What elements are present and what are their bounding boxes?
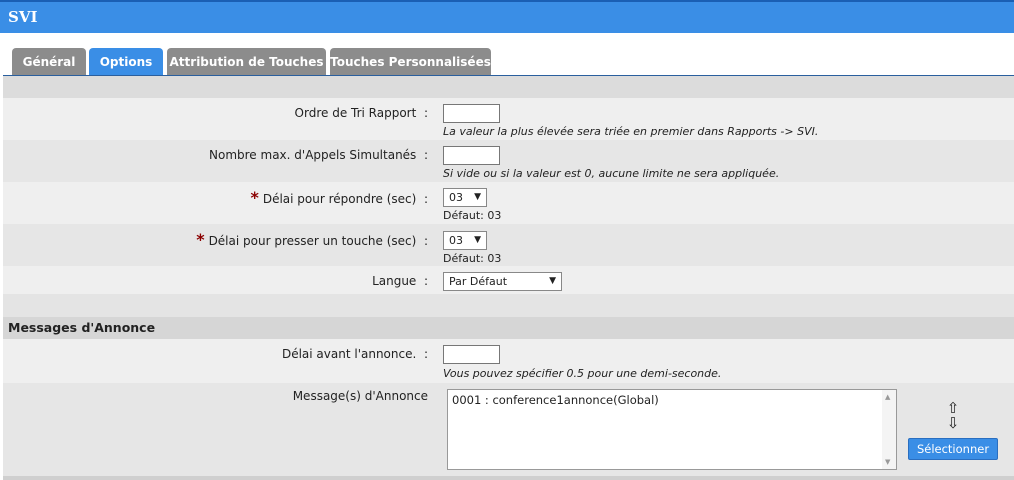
language-label-text: Langue — [372, 274, 417, 288]
row-answer-delay: * Délai pour répondre (sec) : 03 ▼ Défaut… — [3, 182, 1014, 224]
scroll-up-icon[interactable]: ▲ — [885, 393, 890, 401]
row-sort-order: Ordre de Tri Rapport : La valeur la plus… — [3, 98, 1014, 140]
language-label: Langue : — [372, 274, 428, 288]
announce-delay-label-text: Délai avant l'annonce. — [281, 347, 417, 361]
tab-key-assignment[interactable]: Attribution de Touches — [167, 48, 326, 76]
key-delay-default: Défaut: 03 — [443, 252, 502, 265]
announce-delay-hint: Vous pouvez spécifier 0.5 pour une demi-… — [443, 367, 722, 380]
required-asterisk-icon: * — [196, 230, 205, 249]
answer-delay-select[interactable]: 03 ▼ — [443, 188, 487, 207]
announce-delay-input[interactable] — [443, 345, 500, 364]
panel-header-band — [3, 76, 1014, 98]
bottom-divider — [3, 476, 1014, 480]
key-delay-value: 03 — [449, 234, 463, 247]
dropdown-arrow-icon: ▼ — [549, 276, 556, 286]
list-item[interactable]: 0001 : conference1annonce(Global) — [452, 393, 659, 407]
announce-section-title: Messages d'Annonce — [3, 317, 1014, 339]
key-delay-label: * Délai pour presser un touche (sec) : — [196, 230, 428, 249]
colon: : — [423, 106, 428, 120]
page-title: SVI — [0, 2, 1014, 33]
colon: : — [423, 148, 428, 162]
announce-delay-label: Délai avant l'annonce. : — [282, 347, 428, 361]
move-down-icon[interactable]: ⇩ — [943, 416, 963, 431]
tab-options[interactable]: Options — [89, 48, 163, 76]
sort-order-input[interactable] — [443, 104, 500, 123]
key-delay-select[interactable]: 03 ▼ — [443, 231, 487, 250]
dropdown-arrow-icon: ▼ — [474, 192, 481, 202]
sort-order-label: Ordre de Tri Rapport : — [295, 106, 428, 120]
colon: : — [423, 347, 428, 361]
answer-delay-default: Défaut: 03 — [443, 209, 502, 222]
max-calls-label-text: Nombre max. d'Appels Simultanés — [209, 148, 417, 162]
answer-delay-label-text: Délai pour répondre (sec) — [262, 192, 417, 206]
dropdown-arrow-icon: ▼ — [474, 235, 481, 245]
language-value: Par Défaut — [449, 275, 508, 288]
announce-messages-listbox[interactable]: 0001 : conference1annonce(Global) ▲ ▼ — [447, 389, 897, 470]
tab-general[interactable]: Général — [12, 48, 86, 76]
answer-delay-label: * Délai pour répondre (sec) : — [250, 188, 428, 207]
scroll-down-icon[interactable]: ▼ — [885, 458, 890, 466]
language-select[interactable]: Par Défaut ▼ — [443, 272, 562, 291]
row-announce-messages: Message(s) d'Annonce 0001 : conference1a… — [3, 383, 1014, 476]
required-asterisk-icon: * — [250, 188, 259, 207]
select-button[interactable]: Sélectionner — [908, 438, 998, 460]
answer-delay-value: 03 — [449, 191, 463, 204]
row-key-delay: * Délai pour presser un touche (sec) : 03… — [3, 224, 1014, 266]
colon: : — [423, 274, 428, 288]
max-calls-hint: Si vide ou si la valeur est 0, aucune li… — [443, 167, 780, 180]
options-panel: Ordre de Tri Rapport : La valeur la plus… — [3, 76, 1014, 480]
announce-messages-label: Message(s) d'Annonce — [292, 389, 428, 403]
listbox-scrollbar[interactable]: ▲ ▼ — [882, 390, 896, 469]
spacer-band — [3, 294, 1014, 317]
colon: : — [423, 234, 428, 248]
sort-order-label-text: Ordre de Tri Rapport — [294, 106, 417, 120]
row-language: Langue : Par Défaut ▼ — [3, 266, 1014, 294]
max-calls-input[interactable] — [443, 146, 500, 165]
tab-custom-keys[interactable]: Touches Personnalisées — [330, 48, 491, 76]
sort-order-hint: La valeur la plus élevée sera triée en p… — [443, 125, 819, 138]
max-calls-label: Nombre max. d'Appels Simultanés : — [209, 148, 428, 162]
row-max-calls: Nombre max. d'Appels Simultanés : Si vid… — [3, 140, 1014, 182]
key-delay-label-text: Délai pour presser un touche (sec) — [208, 234, 417, 248]
row-announce-delay: Délai avant l'annonce. : Vous pouvez spé… — [3, 339, 1014, 383]
colon: : — [423, 192, 428, 206]
